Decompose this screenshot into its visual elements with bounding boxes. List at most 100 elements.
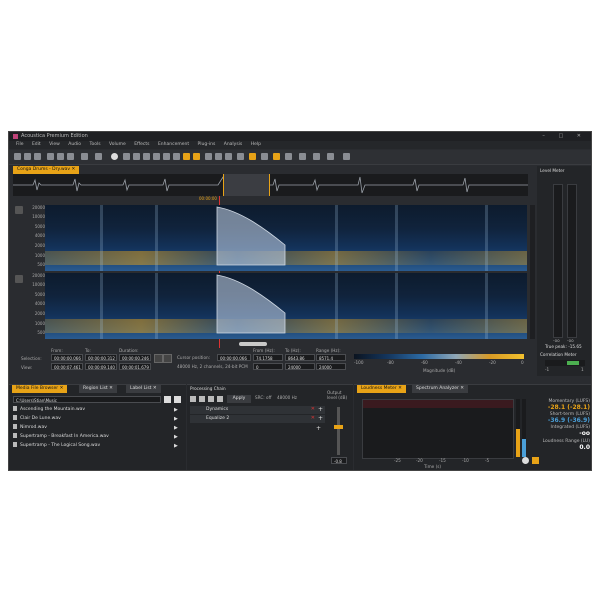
tab-document[interactable]: Conga Drums - Dry.wav ✕ <box>13 166 80 174</box>
record-icon[interactable] <box>111 153 118 160</box>
select-tool-icon[interactable] <box>249 153 256 160</box>
add-effect-icon[interactable]: + <box>316 425 321 432</box>
apply-button[interactable]: Apply <box>227 395 251 403</box>
channel-2-toggle[interactable] <box>15 275 23 283</box>
list-item[interactable]: Clair De Lune.wav <box>13 415 61 422</box>
window-controls[interactable]: – □ ✕ <box>542 132 587 141</box>
output-level-slider[interactable] <box>334 407 343 455</box>
view-duration-field[interactable]: 00:00:01.679 <box>119 363 151 370</box>
cursor-position-field[interactable]: 00:00:00.066 <box>217 354 251 361</box>
menu-file[interactable]: File <box>16 142 24 147</box>
play-icon[interactable]: ▶ <box>174 434 178 440</box>
redo-icon[interactable] <box>95 153 102 160</box>
menu-volume[interactable]: Volume <box>109 142 126 147</box>
menu-edit[interactable]: Edit <box>32 142 41 147</box>
stop-icon[interactable] <box>123 153 130 160</box>
range-hz-field-2[interactable]: 24000 <box>316 363 346 370</box>
waveform-overview[interactable] <box>13 174 528 196</box>
skip-back-icon[interactable] <box>205 153 212 160</box>
time-tool-icon[interactable] <box>261 153 268 160</box>
pause-icon[interactable] <box>193 153 200 160</box>
menu-tools[interactable]: Tools <box>89 142 100 147</box>
menu-enhancement[interactable]: Enhancement <box>158 142 189 147</box>
vertical-scrollbar[interactable] <box>530 205 535 339</box>
list-item[interactable]: Nimrod.wav <box>13 424 47 431</box>
spectral-selection-1[interactable] <box>45 205 527 271</box>
lasso-icon[interactable] <box>285 153 292 160</box>
to-hz-field-2[interactable]: 24000 <box>285 363 315 370</box>
list-item[interactable]: Supertramp - Breakfast In America.wav <box>13 433 109 440</box>
menu-help[interactable]: Help <box>251 142 261 147</box>
spectrogram-channel-2[interactable] <box>45 273 527 339</box>
stop2-icon[interactable] <box>173 153 180 160</box>
undo-icon[interactable] <box>81 153 88 160</box>
loop-icon[interactable] <box>183 153 190 160</box>
tab-spectrum-analyzer[interactable]: Spectrum Analyzer ✕ <box>412 385 469 393</box>
play-icon[interactable]: ▶ <box>174 425 178 431</box>
tab-label-list[interactable]: Label List ✕ <box>126 385 161 393</box>
open-file-icon[interactable] <box>24 153 31 160</box>
redo-selection-icon[interactable] <box>163 354 172 363</box>
play-icon[interactable]: ▶ <box>174 443 178 449</box>
from-hz-field[interactable]: 74.1758 <box>253 354 283 361</box>
pause-icon[interactable] <box>532 457 539 464</box>
effect-row[interactable]: Dynamics ✕ + <box>190 406 325 414</box>
from-hz-field-2[interactable]: 0 <box>253 363 283 370</box>
menu-view[interactable]: View <box>49 142 60 147</box>
play-icon[interactable] <box>153 153 160 160</box>
spectral-tool-icon[interactable] <box>273 153 280 160</box>
undo-selection-icon[interactable] <box>154 354 163 363</box>
cut-icon[interactable] <box>47 153 54 160</box>
output-level-field[interactable]: -0.8 <box>331 457 347 464</box>
save-preset-icon[interactable] <box>208 396 214 402</box>
play-icon[interactable]: ▶ <box>174 416 178 422</box>
range-hz-field[interactable]: 8571.4 <box>316 354 346 361</box>
path-select[interactable]: C:\Users\Stian\Music <box>13 396 161 403</box>
paste-icon[interactable] <box>67 153 74 160</box>
add-effect-icon[interactable]: + <box>318 415 323 422</box>
magnify-icon[interactable] <box>327 153 334 160</box>
menu-analysis[interactable]: Analysis <box>224 142 243 147</box>
copy-icon[interactable] <box>57 153 64 160</box>
save-icon[interactable] <box>34 153 41 160</box>
back-icon[interactable] <box>143 153 150 160</box>
pencil-icon[interactable] <box>313 153 320 160</box>
forward-icon[interactable] <box>163 153 170 160</box>
remove-effect-icon[interactable]: ✕ <box>311 415 315 421</box>
output-level-thumb[interactable] <box>334 425 343 429</box>
tab-loudness-meter[interactable]: Loudness Meter ✕ <box>357 385 406 393</box>
selection-to-field[interactable]: 00:00:00.312 <box>85 354 117 361</box>
rewind-icon[interactable] <box>133 153 140 160</box>
add-effect-icon[interactable]: + <box>318 406 323 413</box>
list-item[interactable]: Supertramp - The Logical Song.wav <box>13 442 100 449</box>
overview-selection[interactable] <box>223 174 270 196</box>
channel-1-toggle[interactable] <box>15 206 23 214</box>
up-folder-icon[interactable] <box>164 396 171 403</box>
effect-row[interactable]: Equalize 2 ✕ + <box>190 415 325 423</box>
zoom-icon[interactable] <box>237 153 244 160</box>
list-item[interactable]: Ascending the Mountain.wav <box>13 406 85 413</box>
power-icon[interactable] <box>190 396 196 402</box>
end-icon[interactable] <box>225 153 232 160</box>
play-icon[interactable]: ▶ <box>174 407 178 413</box>
remove-effect-icon[interactable]: ✕ <box>311 406 315 412</box>
menu-audio[interactable]: Audio <box>68 142 81 147</box>
new-file-icon[interactable] <box>14 153 21 160</box>
reset-icon[interactable] <box>522 457 529 464</box>
settings-icon[interactable] <box>343 153 350 160</box>
selection-from-field[interactable]: 00:00:00.066 <box>51 354 83 361</box>
open-preset-icon[interactable] <box>199 396 205 402</box>
skip-forward-icon[interactable] <box>215 153 222 160</box>
tab-media-browser[interactable]: Media File Browser ✕ <box>12 385 68 393</box>
view-from-field[interactable]: 00:00:07.461 <box>51 363 83 370</box>
selection-duration-field[interactable]: 00:00:00.246 <box>119 354 151 361</box>
brush-icon[interactable] <box>299 153 306 160</box>
menu-effects[interactable]: Effects <box>134 142 149 147</box>
tab-region-list[interactable]: Region List ✕ <box>79 385 117 393</box>
clear-icon[interactable] <box>217 396 223 402</box>
spectral-selection-2[interactable] <box>45 273 527 339</box>
view-to-field[interactable]: 00:00:09.140 <box>85 363 117 370</box>
to-hz-field[interactable]: 8643.86 <box>285 354 315 361</box>
menu-plugins[interactable]: Plug-ins <box>198 142 216 147</box>
spectrogram-channel-1[interactable] <box>45 205 527 271</box>
